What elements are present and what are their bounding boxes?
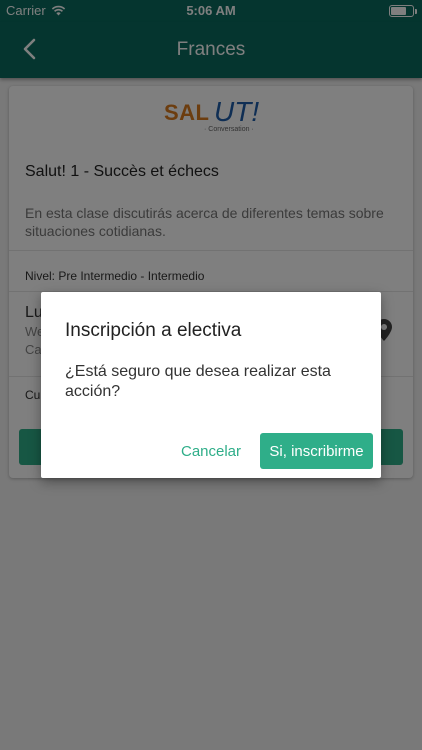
confirm-enroll-button[interactable]: Si, inscribirme — [260, 433, 373, 469]
dialog-title: Inscripción a electiva — [65, 320, 242, 341]
cancel-button[interactable]: Cancelar — [175, 433, 247, 469]
enroll-confirm-dialog: Inscripción a electiva ¿Está seguro que … — [41, 292, 381, 478]
dialog-message: ¿Está seguro que desea realizar esta acc… — [65, 363, 331, 400]
